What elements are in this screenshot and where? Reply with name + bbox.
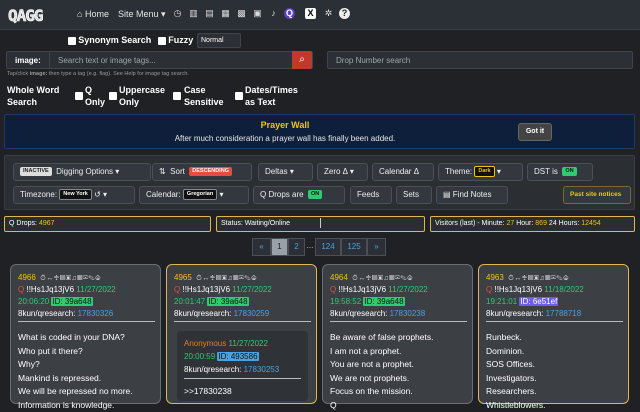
chevron-down-icon: ▾	[219, 190, 224, 199]
action-icons[interactable]: ⏱↔✥▤▣♫▦✉✎♧	[40, 275, 101, 282]
film-icon[interactable]: ▦	[220, 8, 231, 19]
action-icons[interactable]: ⏱↔✥▤▣♫▦✉✎♧	[196, 275, 257, 282]
home-link[interactable]: ⌂ Home	[77, 9, 109, 19]
grid-icon[interactable]: ▩	[236, 8, 247, 19]
option-case-sensitive[interactable]: Case Sensitive	[184, 84, 224, 108]
sets-button[interactable]: Sets	[396, 186, 432, 204]
gear-icon[interactable]: ✲	[323, 8, 334, 19]
help-icon[interactable]: ?	[339, 8, 350, 19]
clock-icon[interactable]: ◷	[172, 8, 183, 19]
page-next[interactable]: »	[367, 238, 386, 256]
feeds-button[interactable]: Feeds	[350, 186, 392, 204]
drop-number-input[interactable]: Drop Number search	[327, 51, 633, 69]
synonym-search-toggle[interactable]: Synonym Search	[68, 35, 151, 45]
prayer-wall-title: Prayer Wall	[260, 120, 310, 130]
notes-icon: ▤	[443, 190, 451, 199]
x-icon[interactable]: X	[305, 8, 316, 19]
whole-word-checkbox[interactable]	[75, 92, 83, 100]
timezone-button[interactable]: Timezone: New York ↺ ▾	[13, 186, 135, 204]
drop-card: 4965 ⏱↔✥▤▣♫▦✉✎♧ Q !!Hs1Jq13jV6 11/27/202…	[166, 264, 317, 404]
q-icon[interactable]: Q	[284, 8, 295, 19]
fuzzy-toggle[interactable]: Fuzzy	[158, 35, 193, 45]
qdrops-count: Q Drops: 4967	[4, 216, 211, 232]
search-button[interactable]: ⌕	[292, 51, 312, 69]
uppercase-checkbox[interactable]	[173, 92, 181, 100]
chevron-down-icon: ▾	[496, 167, 501, 176]
site-menu-link[interactable]: Site Menu ▾	[118, 9, 166, 20]
option-uppercase[interactable]: Uppercase Only	[119, 84, 165, 108]
qdrops-button[interactable]: Q Drops are ON	[253, 186, 345, 204]
page-1[interactable]: 1	[271, 238, 288, 256]
toolbar: INACTIVE Digging Options ▾ ⇅ Sort DESCEN…	[4, 155, 635, 210]
drop-card: 4966 ⏱↔✥▤▣♫▦✉✎♧ Q !!Hs1Jq13jV6 11/27/202…	[10, 264, 161, 410]
past-notices-button[interactable]: Past site notices	[563, 186, 631, 204]
action-icons[interactable]: ⏱↔✥▤▣♫▦✉✎♧	[508, 275, 569, 282]
status-text: Status: Waiting/Online	[216, 216, 425, 232]
top-navbar: QAGG ⌂ Home Site Menu ▾ ◷ ▥ ▤ ▦ ▩ ▣ ♪ Q …	[0, 0, 640, 30]
case-sensitive-checkbox[interactable]	[235, 92, 243, 100]
find-notes-button[interactable]: ▤ Find Notes	[436, 186, 508, 204]
deltas-button[interactable]: Deltas ▾	[258, 163, 313, 181]
fuzzy-select[interactable]: Normal	[197, 33, 241, 48]
drop-card: 4964 ⏱↔✥▤▣♫▦✉✎♧ Q !!Hs1Jq13jV6 11/27/202…	[322, 264, 473, 410]
reset-icon: ↺	[94, 190, 101, 199]
site-logo[interactable]: QAGG	[8, 6, 44, 26]
bookmarks-icon[interactable]: ▤	[204, 8, 215, 19]
chart-icon[interactable]: ▥	[188, 8, 199, 19]
drop-card: 4963 ⏱↔✥▤▣♫▦✉✎♧ Q !!Hs1Jq13jV6 11/18/202…	[478, 264, 629, 410]
bell-icon[interactable]: ♪	[268, 8, 279, 19]
option-q-only[interactable]: Q Only	[85, 84, 105, 108]
chevron-down-icon: ▾	[103, 190, 108, 199]
page-prev[interactable]: «	[252, 238, 271, 256]
action-icons[interactable]: ⏱↔✥▤▣♫▦✉✎♧	[352, 275, 413, 282]
image-search-box: image: Search text or image tags... ⌕	[6, 51, 313, 69]
dst-button[interactable]: DST is ON	[527, 163, 593, 181]
search-input[interactable]: Search text or image tags...	[49, 52, 295, 68]
chevron-down-icon: ▾	[289, 167, 294, 176]
card-header: 4966 ⏱↔✥▤▣♫▦✉✎♧	[18, 273, 102, 282]
got-it-button[interactable]: Got it	[518, 123, 552, 141]
q-only-checkbox[interactable]	[109, 92, 117, 100]
prayer-wall-banner: Prayer Wall After much consideration a p…	[4, 114, 635, 149]
search-icon: ⌕	[299, 54, 305, 65]
home-icon: ⌂	[77, 9, 83, 19]
prayer-wall-subtitle: After much consideration a prayer wall h…	[174, 134, 396, 143]
calendar-delta-button[interactable]: Calendar Δ	[372, 163, 434, 181]
visitors-stats: Visitors (last) - Minute: 27 Hour: 869 2…	[430, 216, 635, 232]
chevron-down-icon: ▾	[349, 167, 354, 176]
synonym-checkbox[interactable]	[68, 36, 76, 45]
option-dates-as-text[interactable]: Dates/Times as Text	[245, 84, 298, 108]
chevron-down-icon: ▾	[161, 9, 166, 19]
grid2-icon[interactable]: ▣	[252, 8, 263, 19]
image-search-hint: Tap/click image: then type a tag (e.g. f…	[7, 71, 189, 77]
calendar-button[interactable]: Calendar: Gregorian ▾	[139, 186, 249, 204]
digging-options-button[interactable]: INACTIVE Digging Options ▾	[13, 163, 151, 181]
image-label[interactable]: image:	[15, 56, 41, 65]
quoted-post: Anonymous 11/27/2022 20:00:59 ID: 493586…	[177, 331, 308, 401]
page-ellipsis: ...	[306, 241, 314, 250]
zero-delta-button[interactable]: Zero Δ ▾	[317, 163, 368, 181]
page-2[interactable]: 2	[288, 238, 305, 256]
chevron-down-icon: ▾	[115, 167, 120, 176]
page-125[interactable]: 125	[341, 238, 367, 256]
option-whole-word[interactable]: Whole Word Search	[7, 84, 59, 108]
theme-button[interactable]: Theme: Dark ▾	[438, 163, 523, 181]
page-124[interactable]: 124	[315, 238, 341, 256]
sort-button[interactable]: ⇅ Sort DESCENDING	[152, 163, 252, 181]
sort-icon: ⇅	[159, 167, 166, 176]
fuzzy-checkbox[interactable]	[158, 36, 166, 45]
